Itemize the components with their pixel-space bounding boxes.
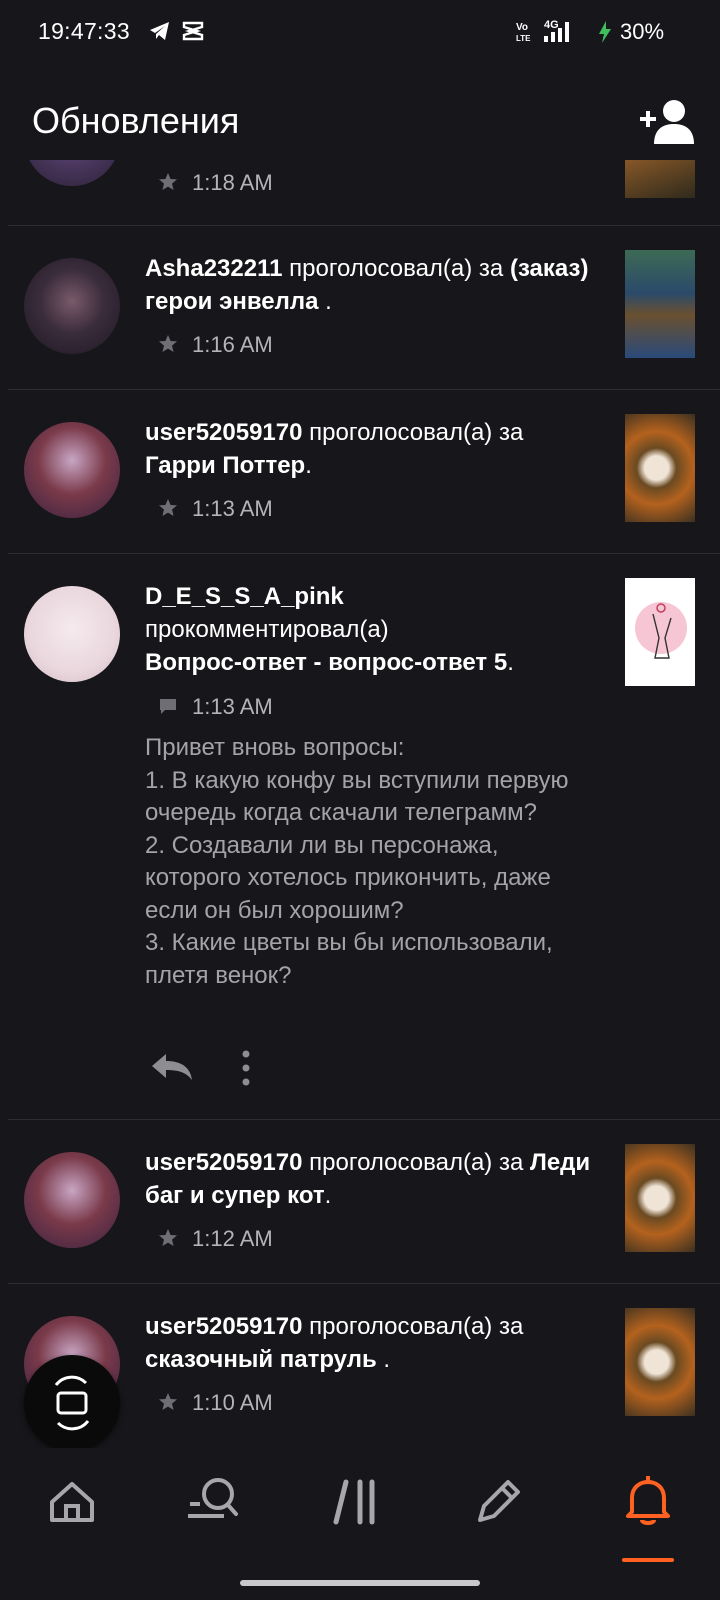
story-title[interactable]: Вопрос-ответ - вопрос-ответ 5 (145, 649, 507, 676)
story-cover[interactable] (625, 160, 695, 198)
avatar[interactable] (24, 160, 120, 186)
username[interactable]: user52059170 (145, 1313, 302, 1340)
item-time: 1:18 AM (192, 170, 273, 195)
item-time: 1:10 AM (192, 1390, 273, 1415)
more-options-icon[interactable] (236, 1048, 256, 1088)
reply-icon[interactable] (148, 1050, 196, 1086)
item-text: Asha232211 проголосовал(а) за (заказ) ге… (145, 255, 589, 315)
notifications-icon[interactable] (608, 1458, 688, 1538)
username[interactable]: Asha232211 (145, 255, 282, 282)
add-user-icon[interactable] (638, 98, 698, 146)
item-text: user52059170 проголосовал(а) за Леди баг… (145, 1149, 591, 1209)
system-home-bar[interactable] (240, 1580, 480, 1586)
write-icon[interactable] (458, 1458, 538, 1538)
svg-text:Vo: Vo (516, 22, 528, 33)
story-cover[interactable] (625, 250, 695, 358)
charging-icon (599, 21, 611, 43)
active-tab-indicator (622, 1558, 674, 1562)
item-meta: 1:13 AM (158, 496, 273, 522)
capcut-icon (182, 21, 204, 41)
item-text: user52059170 проголосовал(а) за Гарри По… (145, 419, 524, 479)
item-meta: 1:10 AM (158, 1390, 273, 1416)
story-cover[interactable] (625, 578, 695, 686)
divider (8, 1119, 720, 1120)
divider (8, 389, 720, 390)
page-title: Обновления (32, 100, 240, 141)
comment-icon (160, 699, 176, 714)
story-title[interactable]: Гарри Поттер (145, 452, 305, 479)
story-cover[interactable] (625, 1308, 695, 1416)
avatar[interactable] (24, 422, 120, 518)
username[interactable]: D_E_S_S_A_pink (145, 583, 344, 610)
search-icon[interactable] (174, 1458, 254, 1538)
username[interactable]: user52059170 (145, 419, 302, 446)
star-icon (159, 499, 177, 516)
comment-text: Привет вновь вопросы: 1. В какую конфу в… (145, 734, 569, 989)
item-meta: 1:12 AM (158, 1226, 273, 1252)
divider (8, 1283, 720, 1284)
item-text: D_E_S_S_A_pink прокомментировал(а) Вопро… (145, 583, 514, 676)
divider (8, 225, 720, 226)
item-meta: 1:16 AM (158, 332, 273, 358)
story-cover[interactable] (625, 1144, 695, 1252)
avatar[interactable] (24, 586, 120, 682)
story-cover-art (635, 602, 687, 659)
item-text: user52059170 проголосовал(а) за сказочны… (145, 1313, 524, 1373)
library-icon[interactable] (316, 1458, 396, 1538)
item-time: 1:16 AM (192, 332, 273, 357)
switch-icon (54, 1375, 90, 1431)
floating-switch-button[interactable] (24, 1355, 120, 1451)
avatar[interactable] (24, 258, 120, 354)
star-icon (159, 1393, 177, 1410)
status-time: 19:47:33 (38, 18, 130, 44)
star-icon (159, 1229, 177, 1246)
status-bar: 19:47:33 Vo LTE 4G 30% (0, 0, 720, 64)
divider (8, 553, 720, 554)
avatar[interactable] (24, 1152, 120, 1248)
telegram-icon (150, 22, 169, 40)
item-meta: 1:13 AM (158, 694, 273, 720)
svg-text:4G: 4G (544, 19, 559, 31)
star-icon (159, 335, 177, 352)
username[interactable]: user52059170 (145, 1149, 302, 1176)
item-time: 1:13 AM (192, 496, 273, 521)
svg-text:LTE: LTE (516, 34, 531, 43)
item-time: 1:13 AM (192, 694, 273, 719)
item-meta: 1:18 AM (158, 170, 273, 196)
star-icon (159, 173, 177, 190)
item-time: 1:12 AM (192, 1226, 273, 1251)
home-icon[interactable] (32, 1458, 112, 1538)
signal-4g-icon: 4G (544, 19, 569, 42)
bottom-navigation (0, 1448, 720, 1600)
updates-feed[interactable]: 1:18 AM Asha232211 проголосовал(а) за (з… (0, 160, 720, 1448)
battery-level: 30% (620, 19, 665, 44)
story-title[interactable]: сказочный патруль (145, 1346, 377, 1373)
volte-icon: Vo LTE (516, 22, 531, 43)
story-cover[interactable] (625, 414, 695, 522)
